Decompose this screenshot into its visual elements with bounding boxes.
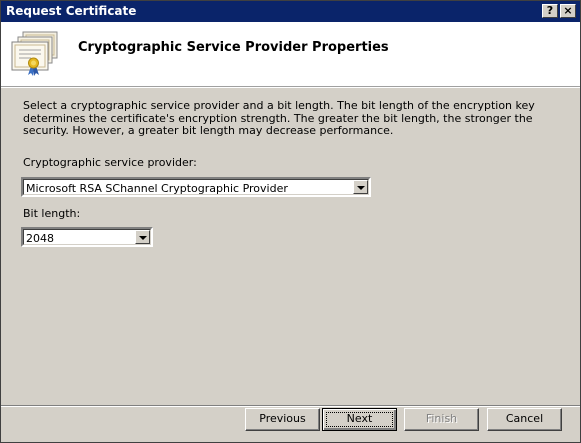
certificate-icon: [11, 31, 58, 76]
focus-rectangle: [326, 412, 393, 427]
bit-length-dropdown[interactable]: 2048: [21, 227, 153, 247]
description-text: Select a cryptographic service provider …: [23, 99, 535, 137]
csp-dropdown[interactable]: Microsoft RSA SChannel Cryptographic Pro…: [21, 177, 371, 197]
cancel-button-label: Cancel: [505, 412, 544, 425]
close-button[interactable]: ×: [560, 4, 576, 18]
title-bar[interactable]: Request Certificate ? ×: [1, 1, 580, 22]
bit-length-label: Bit length:: [23, 207, 81, 220]
csp-dropdown-value: Microsoft RSA SChannel Cryptographic Pro…: [26, 182, 288, 195]
bit-length-dropdown-frame: 2048: [23, 229, 151, 245]
previous-button[interactable]: Previous: [245, 408, 320, 431]
next-button[interactable]: Next: [322, 408, 397, 431]
chevron-down-icon[interactable]: [135, 230, 150, 244]
csp-dropdown-frame: Microsoft RSA SChannel Cryptographic Pro…: [23, 179, 369, 195]
finish-button-label: Finish: [425, 412, 458, 425]
cancel-button[interactable]: Cancel: [487, 408, 562, 431]
bit-length-dropdown-value: 2048: [26, 232, 54, 245]
request-certificate-dialog: Request Certificate ? × Cryptographic Se: [0, 0, 581, 443]
csp-label: Cryptographic service provider:: [23, 156, 197, 169]
header-divider: [1, 87, 580, 88]
footer-divider-highlight: [1, 406, 580, 407]
wizard-header: Cryptographic Service Provider Propertie…: [1, 22, 580, 87]
help-button[interactable]: ?: [542, 4, 558, 18]
page-title: Cryptographic Service Provider Propertie…: [78, 40, 389, 55]
previous-button-label: Previous: [259, 412, 306, 425]
chevron-down-icon[interactable]: [353, 180, 368, 194]
finish-button[interactable]: Finish: [404, 408, 479, 431]
window-title: Request Certificate: [6, 4, 137, 18]
